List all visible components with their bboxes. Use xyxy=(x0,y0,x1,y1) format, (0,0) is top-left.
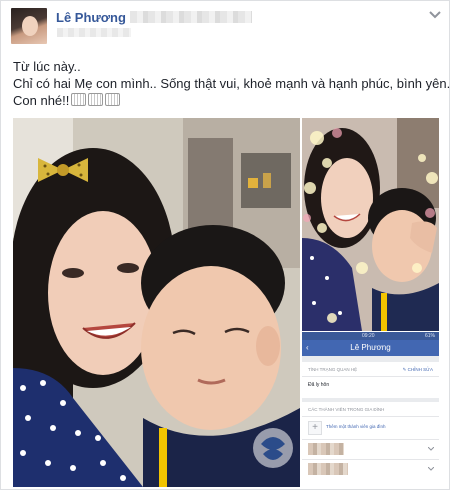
family-section: CÁC THÀNH VIÊN TRONG GIA ĐÌNH + Thêm một… xyxy=(302,402,439,487)
relationship-section: TÌNH TRẠNG QUAN HỆ ✎ CHỈNH SỬA Đã ly hôn xyxy=(302,362,439,398)
side-photo[interactable] xyxy=(302,118,439,331)
post-line-3: Con nhé!! xyxy=(13,92,439,109)
status-battery: 61% xyxy=(424,333,435,339)
blurred-family-member xyxy=(308,443,344,455)
chevron-down-icon[interactable] xyxy=(428,467,434,471)
side-photo-illustration xyxy=(302,118,439,331)
plus-icon[interactable]: + xyxy=(308,421,322,435)
author-avatar[interactable] xyxy=(11,8,47,44)
relationship-header: TÌNH TRẠNG QUAN HỆ xyxy=(308,367,358,372)
author-name[interactable]: Lê Phương xyxy=(56,10,126,25)
facebook-post-card: Lê Phương Từ lúc này.. Chỉ có hai Mẹ con… xyxy=(0,0,450,490)
add-family-link[interactable]: Thêm một thành viên gia đình xyxy=(326,424,386,429)
divider xyxy=(302,416,439,417)
avatar-face xyxy=(22,16,38,36)
post-line-2: Chỉ có hai Mẹ con mình.. Sống thật vui, … xyxy=(13,76,450,91)
post-line-3-text: Con nhé!! xyxy=(13,93,70,108)
post-line-1: Từ lúc này.. xyxy=(13,59,81,74)
main-photo-illustration xyxy=(13,118,300,487)
back-arrow-icon[interactable]: ‹ xyxy=(306,340,309,356)
status-time: 09:20 xyxy=(362,333,375,339)
edit-link[interactable]: ✎ CHỈNH SỬA xyxy=(403,367,433,373)
blurred-header-info xyxy=(130,11,252,23)
emoji-icon xyxy=(88,93,104,106)
emoji-icon xyxy=(105,93,121,106)
chevron-down-icon[interactable] xyxy=(428,10,442,20)
post-text: Từ lúc này.. Chỉ có hai Mẹ con mình.. Số… xyxy=(13,58,450,109)
divider xyxy=(302,376,439,377)
divider xyxy=(302,459,439,460)
blurred-family-member xyxy=(308,463,348,475)
phone-title: Lê Phương xyxy=(350,343,391,352)
relationship-value: Đã ly hôn xyxy=(308,382,330,388)
divider xyxy=(302,439,439,440)
swirl-logo-icon xyxy=(253,428,293,468)
family-header: CÁC THÀNH VIÊN TRONG GIA ĐÌNH xyxy=(308,407,385,412)
phone-nav-bar: ‹ Lê Phương xyxy=(302,340,439,356)
phone-status-bar: 09:20 61% xyxy=(302,332,439,340)
main-photo[interactable] xyxy=(13,118,300,487)
phone-screenshot[interactable]: 09:20 61% ‹ Lê Phương TÌNH TRẠNG QUAN HỆ… xyxy=(302,332,439,487)
chevron-down-icon[interactable] xyxy=(428,447,434,451)
emoji-icon xyxy=(71,93,87,106)
blurred-timestamp xyxy=(57,28,131,37)
